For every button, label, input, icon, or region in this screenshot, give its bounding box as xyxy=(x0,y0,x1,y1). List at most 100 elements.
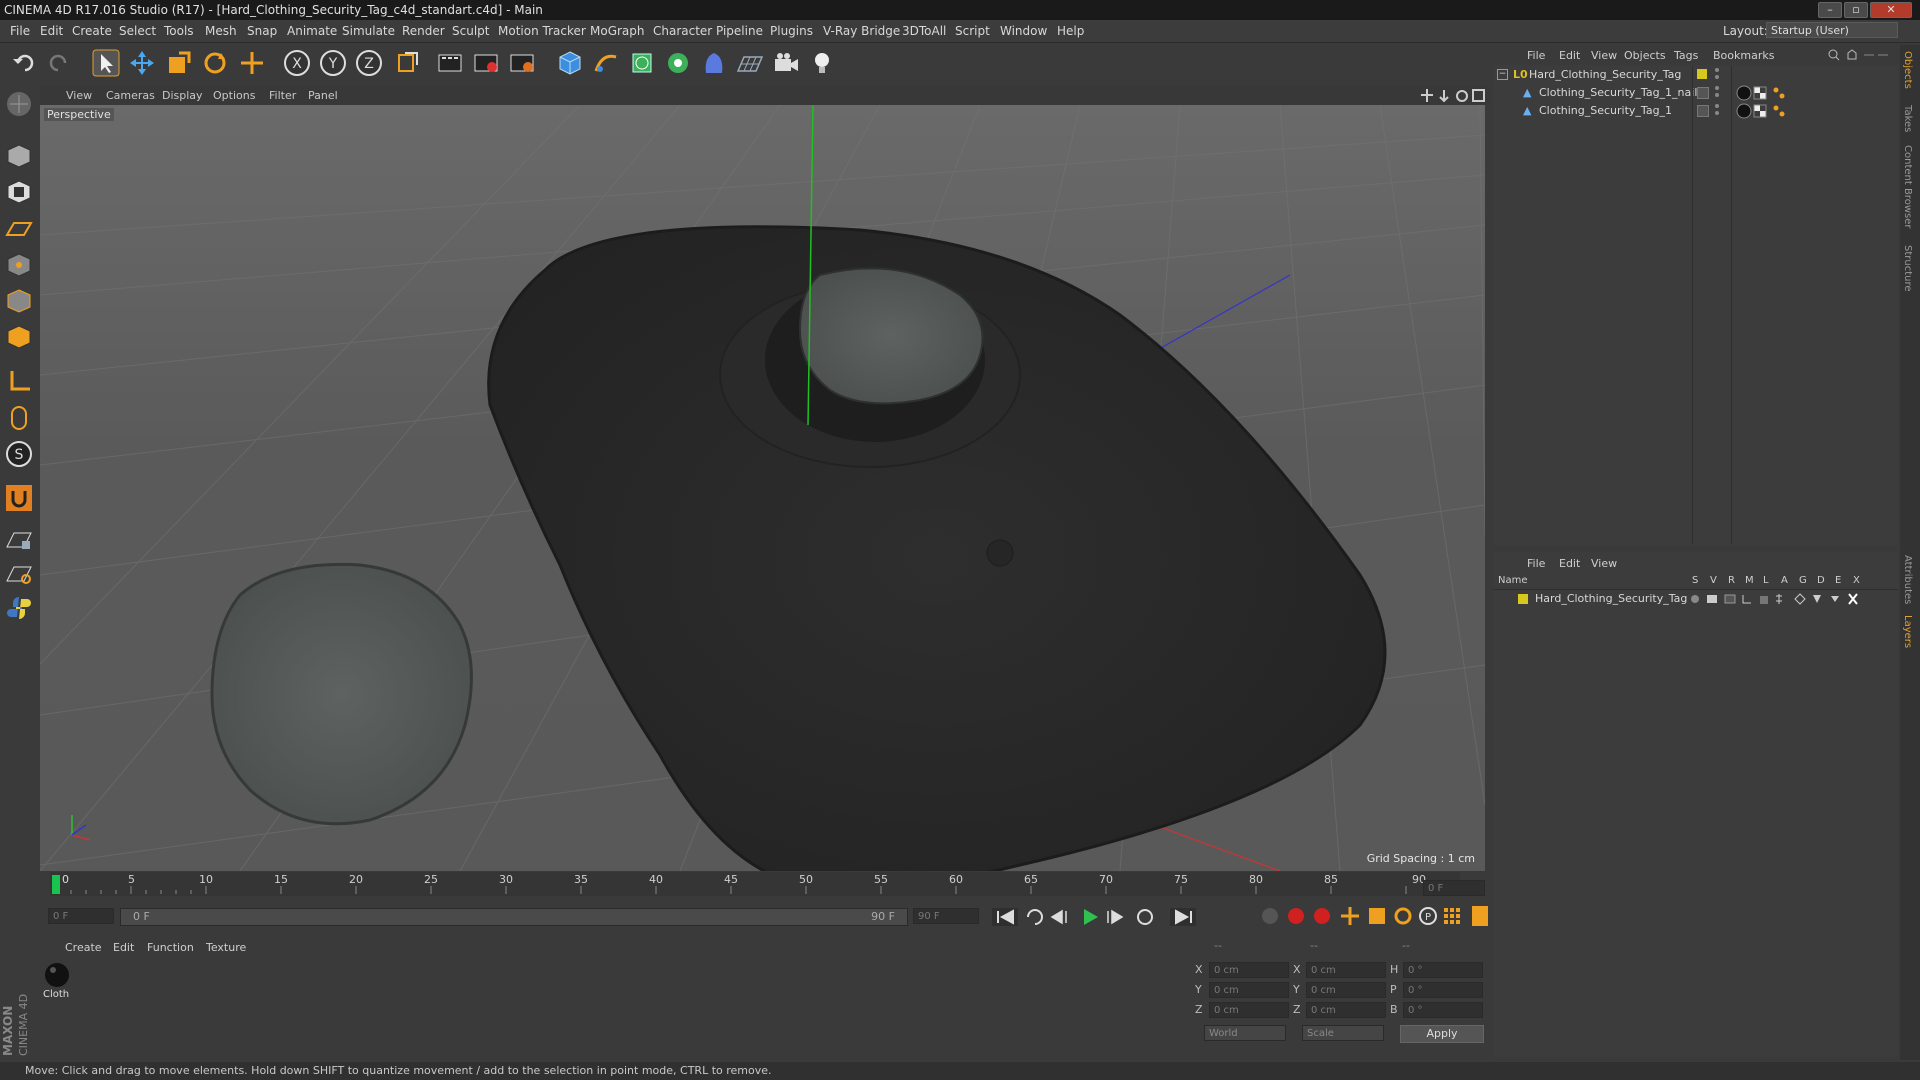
subdivision-surface-icon[interactable] xyxy=(628,49,656,77)
object-row[interactable]: ▲ Clothing_Security_Tag_1 xyxy=(1493,102,1898,120)
magnet-icon[interactable] xyxy=(4,483,34,513)
menu-3dtoall[interactable]: 3DToAll xyxy=(902,24,946,38)
om-menu-view[interactable]: View xyxy=(1591,49,1617,62)
coord-sz-field[interactable]: 0 cm xyxy=(1306,1002,1386,1018)
tab-objects[interactable]: Objects xyxy=(1902,51,1913,89)
menu-snap[interactable]: Snap xyxy=(247,24,277,38)
menu-mesh[interactable]: Mesh xyxy=(205,24,237,38)
menu-character[interactable]: Character xyxy=(653,24,712,38)
end-frame-field[interactable]: 90 F xyxy=(913,908,979,924)
tab-takes[interactable]: Takes xyxy=(1902,105,1913,132)
viewport-menu-cameras[interactable]: Cameras xyxy=(106,89,155,102)
layer-col-m[interactable]: M xyxy=(1745,575,1754,586)
points-mode-icon[interactable] xyxy=(4,250,34,280)
coord-sx-field[interactable]: 0 cm xyxy=(1306,962,1386,978)
3d-viewport[interactable]: Perspective Grid Spacing : 1 cm xyxy=(40,105,1485,871)
object-tags[interactable] xyxy=(1736,103,1792,119)
apply-button[interactable]: Apply xyxy=(1400,1025,1484,1043)
menu-mograph[interactable]: MoGraph xyxy=(590,24,645,38)
material-menu-function[interactable]: Function xyxy=(147,941,194,954)
layout-select[interactable]: Startup (User) xyxy=(1766,22,1898,38)
viewport-menu-view[interactable]: View xyxy=(66,89,92,102)
layer-col-e[interactable]: E xyxy=(1835,575,1841,586)
om-menu-tags[interactable]: Tags xyxy=(1674,49,1698,62)
coord-y-field[interactable]: 0 cm xyxy=(1209,982,1289,998)
cloner-icon[interactable] xyxy=(664,49,692,77)
visibility-render-dot[interactable] xyxy=(1715,75,1719,79)
layer-col-a[interactable]: A xyxy=(1781,575,1788,586)
menu-window[interactable]: Window xyxy=(1000,24,1047,38)
range-slider[interactable]: 0 F 90 F xyxy=(120,908,908,926)
transform-tool-icon[interactable] xyxy=(238,49,266,77)
coord-scale-select[interactable]: Scale xyxy=(1302,1025,1384,1041)
make-editable-icon[interactable] xyxy=(4,89,34,119)
layer-color-swatch[interactable] xyxy=(1518,594,1528,604)
minimize-button[interactable]: – xyxy=(1818,2,1842,18)
menu-select[interactable]: Select xyxy=(119,24,156,38)
object-row[interactable]: − L0 Hard_Clothing_Security_Tag xyxy=(1493,66,1898,84)
select-arrow-icon[interactable] xyxy=(92,49,120,77)
menu-create[interactable]: Create xyxy=(72,24,112,38)
rotate-tool-icon[interactable] xyxy=(201,49,229,77)
menu-sculpt[interactable]: Sculpt xyxy=(452,24,489,38)
om-menu-objects[interactable]: Objects xyxy=(1624,49,1666,62)
coord-h-field[interactable]: 0 ° xyxy=(1403,962,1483,978)
edges-mode-icon[interactable] xyxy=(4,286,34,316)
tweak-mode-icon[interactable] xyxy=(4,403,34,433)
lm-menu-view[interactable]: View xyxy=(1591,557,1617,570)
layer-col-v[interactable]: V xyxy=(1710,575,1717,586)
menu-vray-bridge[interactable]: V-Ray Bridge xyxy=(823,24,900,38)
om-menu-file[interactable]: File xyxy=(1527,49,1545,62)
coord-x-field[interactable]: 0 cm xyxy=(1209,962,1289,978)
model-mode-icon[interactable] xyxy=(4,141,34,171)
viewport-menu-filter[interactable]: Filter xyxy=(269,89,296,102)
lm-menu-edit[interactable]: Edit xyxy=(1559,557,1580,570)
menu-pipeline[interactable]: Pipeline xyxy=(716,24,763,38)
maximize-button[interactable]: ▫ xyxy=(1844,2,1868,18)
coord-b-field[interactable]: 0 ° xyxy=(1403,1002,1483,1018)
tab-attributes[interactable]: Attributes xyxy=(1902,555,1913,604)
key-mode-controls[interactable]: P xyxy=(1340,905,1490,927)
coord-z-field[interactable]: 0 cm xyxy=(1209,1002,1289,1018)
start-frame-field[interactable]: 0 F xyxy=(48,908,114,924)
record-controls[interactable] xyxy=(1260,905,1330,927)
deformer-icon[interactable] xyxy=(700,49,728,77)
menu-tools[interactable]: Tools xyxy=(164,24,194,38)
tab-content-browser[interactable]: Content Browser xyxy=(1902,145,1913,228)
menu-simulate[interactable]: Simulate xyxy=(342,24,395,38)
layer-color-swatch[interactable] xyxy=(1697,69,1707,79)
tab-structure[interactable]: Structure xyxy=(1902,245,1913,292)
visibility-editor-dot[interactable] xyxy=(1715,86,1719,90)
menu-plugins[interactable]: Plugins xyxy=(770,24,813,38)
menu-help[interactable]: Help xyxy=(1057,24,1084,38)
viewport-menu-panel[interactable]: Panel xyxy=(308,89,338,102)
visibility-editor-dot[interactable] xyxy=(1715,68,1719,72)
coordinate-system-icon[interactable] xyxy=(393,49,421,77)
material-menu-create[interactable]: Create xyxy=(65,941,102,954)
expand-toggle[interactable]: − xyxy=(1497,69,1508,80)
snapping-icon[interactable]: S xyxy=(4,439,34,469)
menu-render[interactable]: Render xyxy=(402,24,445,38)
camera-icon[interactable] xyxy=(772,49,800,77)
coord-sy-field[interactable]: 0 cm xyxy=(1306,982,1386,998)
scale-tool-icon[interactable] xyxy=(165,49,193,77)
redo-icon[interactable] xyxy=(45,49,73,77)
render-view-icon[interactable] xyxy=(436,49,464,77)
menu-edit[interactable]: Edit xyxy=(40,24,63,38)
visibility-render-dot[interactable] xyxy=(1715,93,1719,97)
layer-col-g[interactable]: G xyxy=(1799,575,1807,586)
timeline-ruler[interactable]: 0 5 10 15 20 25 30 35 40 45 50 55 60 65 … xyxy=(50,872,1460,896)
visibility-editor-dot[interactable] xyxy=(1715,104,1719,108)
coord-p-field[interactable]: 0 ° xyxy=(1403,982,1483,998)
workplane-mode-icon[interactable] xyxy=(4,213,34,243)
menu-animate[interactable]: Animate xyxy=(287,24,337,38)
layer-row[interactable]: Hard_Clothing_Security_Tag xyxy=(1493,591,1898,607)
lm-menu-file[interactable]: File xyxy=(1527,557,1545,570)
spline-pen-icon[interactable] xyxy=(592,49,620,77)
undo-icon[interactable] xyxy=(10,49,38,77)
material-menu-edit[interactable]: Edit xyxy=(113,941,134,954)
menu-script[interactable]: Script xyxy=(955,24,990,38)
python-icon[interactable] xyxy=(4,593,34,623)
viewport-nav-icons[interactable] xyxy=(1420,88,1486,103)
layer-color-swatch[interactable] xyxy=(1697,87,1709,99)
